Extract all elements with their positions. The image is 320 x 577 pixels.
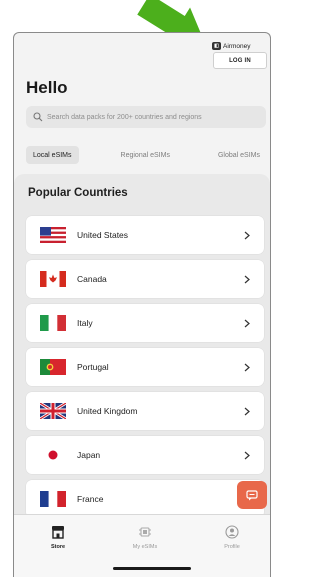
sim-chip-icon — [139, 527, 151, 537]
airmoney-logo-icon: ◧ — [212, 42, 221, 50]
section-title: Popular Countries — [28, 187, 128, 199]
chevron-right-icon — [244, 275, 250, 283]
home-indicator — [113, 567, 191, 570]
chevron-right-icon — [244, 451, 250, 459]
chevron-right-icon — [244, 231, 250, 239]
nav-label: My eSIMs — [132, 544, 158, 550]
france-flag-icon — [40, 491, 66, 507]
japan-flag-icon — [40, 447, 66, 463]
store-icon — [52, 526, 64, 539]
profile-icon — [225, 525, 239, 539]
chat-support-button[interactable] — [237, 481, 267, 509]
chevron-right-icon — [244, 363, 250, 371]
nav-label: Profile — [224, 544, 240, 550]
chat-icon — [246, 489, 258, 500]
canada-flag-icon — [40, 271, 66, 287]
country-row-united-kingdom[interactable]: United Kingdom — [26, 392, 264, 430]
brand-logo: ◧ Airmoney — [212, 40, 250, 52]
us-flag-icon — [40, 227, 66, 243]
page-title: Hello — [26, 78, 68, 97]
uk-flag-icon — [40, 403, 66, 419]
nav-item-my-esims[interactable]: My eSIMs — [115, 525, 175, 550]
chevron-right-icon — [244, 407, 250, 415]
country-name: Portugal — [77, 362, 109, 372]
nav-item-store[interactable]: Store — [28, 525, 88, 550]
country-row-japan[interactable]: Japan — [26, 436, 264, 474]
login-button[interactable]: LOG IN — [213, 52, 267, 69]
country-name: Italy — [77, 318, 93, 328]
esim-tabs: Local eSIMs Regional eSIMs Global eSIMs — [26, 146, 266, 164]
country-name: Japan — [77, 450, 101, 460]
tab-global-esims[interactable]: Global eSIMs — [212, 146, 266, 164]
brand-name: Airmoney — [223, 42, 251, 50]
country-row-italy[interactable]: Italy — [26, 304, 264, 342]
country-row-canada[interactable]: Canada — [26, 260, 264, 298]
country-name: United Kingdom — [77, 406, 138, 416]
italy-flag-icon — [40, 315, 66, 331]
tab-local-esims[interactable]: Local eSIMs — [26, 146, 79, 164]
chevron-right-icon — [244, 319, 250, 327]
tab-regional-esims[interactable]: Regional eSIMs — [115, 146, 176, 164]
nav-item-profile[interactable]: Profile — [202, 525, 262, 550]
nav-label: Store — [50, 544, 66, 550]
search-placeholder: Search data packs for 200+ countries and… — [47, 113, 202, 121]
search-icon — [33, 112, 43, 122]
country-name: France — [77, 494, 104, 504]
country-name: United States — [77, 230, 129, 240]
search-input[interactable]: Search data packs for 200+ countries and… — [26, 106, 266, 128]
portugal-flag-icon — [40, 359, 66, 375]
country-row-portugal[interactable]: Portugal — [26, 348, 264, 386]
country-row-united-states[interactable]: United States — [26, 216, 264, 254]
country-row-france[interactable]: France — [26, 480, 264, 518]
country-list: United States Canada Italy Portugal Unit… — [26, 216, 264, 524]
country-name: Canada — [77, 274, 107, 284]
